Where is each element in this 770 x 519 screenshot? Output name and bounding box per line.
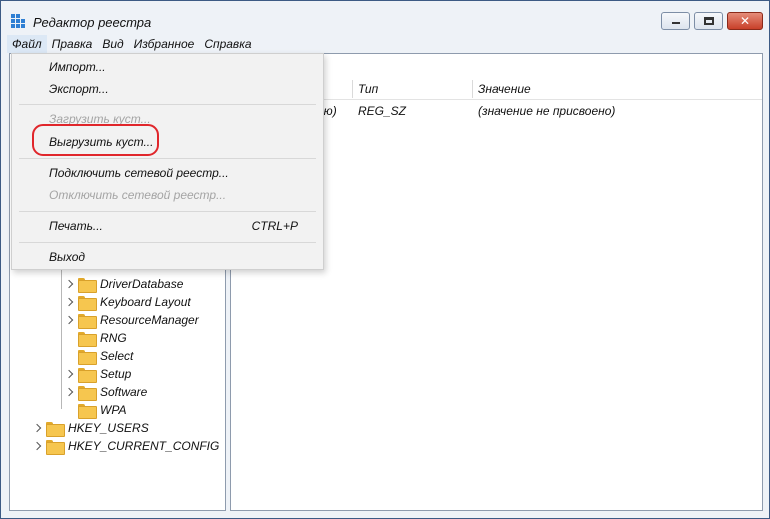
- chevron-right-icon[interactable]: [65, 369, 75, 379]
- tree-item-label: HKEY_USERS: [68, 421, 149, 435]
- folder-icon: [78, 367, 97, 383]
- chevron-right-icon[interactable]: [65, 279, 75, 289]
- tree-connector: [65, 405, 75, 415]
- chevron-right-icon[interactable]: [65, 297, 75, 307]
- tree-item-driverdatabase[interactable]: DriverDatabase: [65, 275, 183, 293]
- tree-item-rng[interactable]: RNG: [65, 329, 127, 347]
- menu-bar: Файл Правка Вид Избранное Справка: [7, 35, 257, 53]
- maximize-button[interactable]: [694, 12, 723, 30]
- tree-item-setup[interactable]: Setup: [65, 365, 131, 383]
- tree-item-label: HKEY_CURRENT_CONFIG: [68, 439, 220, 453]
- folder-icon: [78, 295, 97, 311]
- menu-separator: [19, 242, 316, 243]
- close-button[interactable]: ✕: [727, 12, 763, 30]
- menu-item-import[interactable]: Импорт...: [12, 56, 323, 78]
- folder-icon: [78, 403, 97, 419]
- menu-separator: [19, 158, 316, 159]
- menu-item-print[interactable]: Печать... CTRL+P: [12, 215, 323, 237]
- folder-icon: [78, 385, 97, 401]
- menu-favorites[interactable]: Избранное: [129, 35, 200, 53]
- tree-connector-line: [61, 264, 62, 409]
- tree-item-label: Select: [100, 349, 134, 363]
- close-icon: ✕: [739, 14, 751, 28]
- menu-separator: [19, 104, 316, 105]
- file-menu-dropdown: Импорт... Экспорт... Загрузить куст... В…: [11, 53, 324, 270]
- menu-item-connect-network-registry[interactable]: Подключить сетевой реестр...: [12, 162, 323, 184]
- tree-item-label: RNG: [100, 331, 127, 345]
- chevron-right-icon[interactable]: [65, 315, 75, 325]
- column-header-value[interactable]: Значение: [472, 78, 752, 100]
- registry-editor-icon: [11, 14, 26, 28]
- tree-item-hkey-current-config[interactable]: HKEY_CURRENT_CONFIG: [33, 437, 219, 455]
- window-title: Редактор реестра: [33, 15, 152, 30]
- tree-item-hkey-users[interactable]: HKEY_USERS: [33, 419, 149, 437]
- tree-item-software[interactable]: Software: [65, 383, 147, 401]
- tree-item-label: Keyboard Layout: [100, 295, 191, 309]
- value-data-cell: (значение не присвоено): [478, 104, 616, 118]
- tree-item-label: WPA: [100, 403, 127, 417]
- folder-icon: [78, 277, 97, 293]
- print-shortcut: CTRL+P: [251, 219, 298, 233]
- menu-help[interactable]: Справка: [199, 35, 256, 53]
- highlight-annotation: [32, 124, 159, 156]
- menu-separator: [19, 211, 316, 212]
- title-bar[interactable]: Редактор реестра ✕: [1, 1, 769, 35]
- menu-item-export[interactable]: Экспорт...: [12, 78, 323, 100]
- menu-item-disconnect-network-registry: Отключить сетевой реестр...: [49, 188, 227, 202]
- chevron-right-icon[interactable]: [65, 387, 75, 397]
- folder-icon: [78, 349, 97, 365]
- tree-item-label: Software: [100, 385, 148, 399]
- tree-item-keyboard-layout[interactable]: Keyboard Layout: [65, 293, 191, 311]
- column-header-type[interactable]: Тип: [352, 78, 472, 100]
- minimize-icon: [672, 22, 680, 24]
- tree-item-wpa[interactable]: WPA: [65, 401, 126, 419]
- tree-item-label: ResourceManager: [100, 313, 199, 327]
- chevron-right-icon[interactable]: [33, 423, 43, 433]
- folder-icon: [78, 331, 97, 347]
- minimize-button[interactable]: [661, 12, 690, 30]
- folder-icon: [78, 313, 97, 329]
- tree-connector: [65, 351, 75, 361]
- tree-connector: [65, 333, 75, 343]
- menu-file[interactable]: Файл: [7, 35, 47, 53]
- menu-view[interactable]: Вид: [97, 35, 128, 53]
- folder-icon: [46, 421, 65, 437]
- tree-item-label: DriverDatabase: [100, 277, 184, 291]
- menu-edit[interactable]: Правка: [47, 35, 98, 53]
- value-type-cell: REG_SZ: [358, 104, 407, 118]
- folder-icon: [46, 439, 65, 455]
- menu-item-exit[interactable]: Выход: [12, 246, 323, 268]
- chevron-right-icon[interactable]: [33, 441, 43, 451]
- tree-item-resourcemanager[interactable]: ResourceManager: [65, 311, 199, 329]
- registry-editor-window: Редактор реестра ✕ Файл Правка Вид Избра…: [0, 0, 770, 519]
- maximize-icon: [704, 17, 714, 25]
- tree-item-select[interactable]: Select: [65, 347, 133, 365]
- tree-item-label: Setup: [100, 367, 132, 381]
- menu-item-print-label: Печать...: [49, 219, 103, 233]
